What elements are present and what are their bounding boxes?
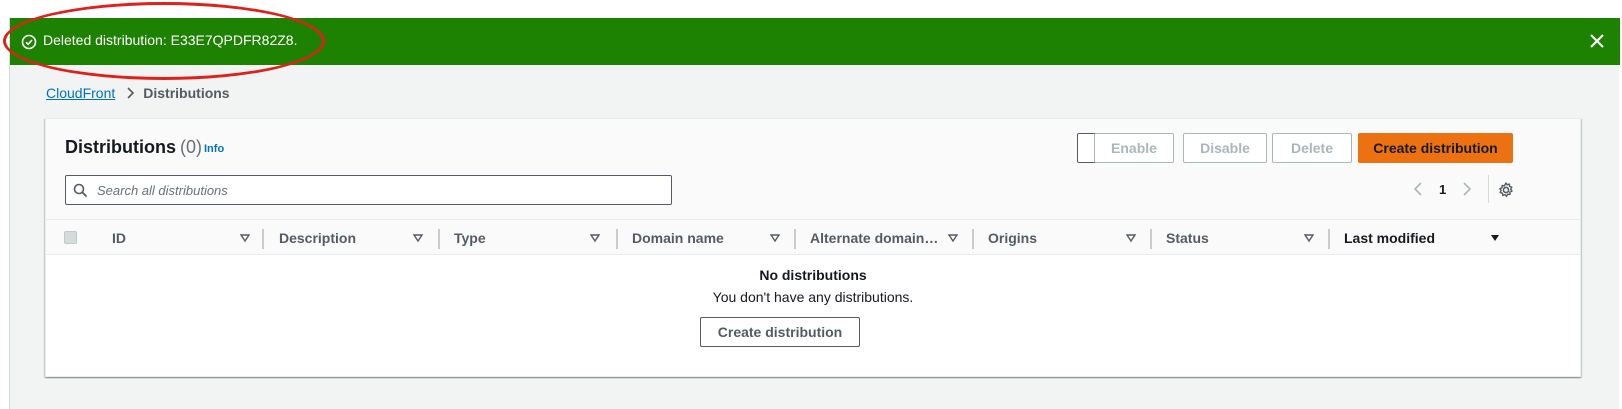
distributions-panel: Distributions (0) Info Enable Disable Del… — [45, 118, 1581, 377]
search-icon — [73, 183, 88, 198]
column-label: Origins — [988, 230, 1038, 246]
column-domain-name[interactable]: Domain name — [632, 220, 788, 256]
column-label: Last modified — [1344, 230, 1436, 246]
page-title: Distributions (0) — [65, 137, 202, 158]
pager-divider — [1488, 175, 1489, 203]
column-label: Alternate domain n... — [810, 230, 940, 246]
flash-message: Deleted distribution: E33E7QPDFR82Z8. — [43, 32, 298, 48]
column-divider — [262, 229, 264, 249]
column-status[interactable]: Status — [1166, 220, 1322, 256]
column-divider — [972, 229, 974, 249]
breadcrumb: CloudFront Distributions — [46, 85, 230, 101]
gear-icon[interactable] — [1497, 181, 1515, 199]
title-text: Distributions — [65, 137, 176, 157]
select-all-checkbox[interactable] — [64, 231, 77, 244]
title-count: (0) — [180, 137, 202, 157]
search-input[interactable] — [95, 180, 655, 200]
check-circle-icon — [21, 34, 37, 50]
empty-state-title: No distributions — [759, 267, 867, 283]
disable-button[interactable]: Disable — [1183, 133, 1267, 163]
column-divider — [616, 229, 618, 249]
sort-icon — [1126, 234, 1136, 243]
close-icon[interactable] — [1588, 32, 1606, 50]
pagination: 1 — [1411, 179, 1474, 199]
column-label: Status — [1166, 230, 1209, 246]
chevron-right-icon — [127, 87, 135, 99]
enable-button[interactable]: Enable — [1094, 133, 1174, 163]
search-box[interactable] — [65, 175, 672, 205]
create-distribution-button[interactable]: Create distribution — [1358, 133, 1513, 163]
chevron-left-icon[interactable] — [1411, 179, 1425, 199]
column-origins[interactable]: Origins — [988, 220, 1144, 256]
panel-header: Distributions (0) Info Enable Disable Del… — [46, 119, 1580, 219]
empty-state-message: You don't have any distributions. — [712, 289, 914, 305]
breadcrumb-cloudfront-link[interactable]: CloudFront — [46, 85, 115, 101]
success-flashbar: Deleted distribution: E33E7QPDFR82Z8. — [10, 18, 1620, 65]
page-number[interactable]: 1 — [1439, 182, 1446, 197]
sort-icon — [413, 234, 423, 243]
column-type[interactable]: Type — [454, 220, 608, 256]
sort-icon — [948, 234, 958, 243]
column-label: Type — [454, 230, 486, 246]
column-description[interactable]: Description — [279, 220, 431, 256]
column-label: ID — [112, 230, 126, 246]
table-header: ID Description Type Domain name Alternat… — [46, 219, 1580, 255]
empty-create-distribution-button[interactable]: Create distribution — [700, 317, 860, 347]
sort-icon — [590, 234, 600, 243]
sort-icon — [240, 234, 250, 243]
sort-icon — [770, 234, 780, 243]
column-label: Domain name — [632, 230, 724, 246]
delete-button[interactable]: Delete — [1272, 133, 1352, 163]
column-divider — [1328, 229, 1330, 249]
sort-descending-icon — [1491, 235, 1499, 241]
column-last-modified[interactable]: Last modified — [1344, 220, 1508, 256]
column-divider — [794, 229, 796, 249]
breadcrumb-current: Distributions — [143, 85, 230, 101]
column-divider — [438, 229, 440, 249]
column-divider — [1150, 229, 1152, 249]
chevron-right-icon[interactable] — [1460, 179, 1474, 199]
column-id[interactable]: ID — [112, 220, 258, 256]
column-label: Description — [279, 230, 357, 246]
sort-icon — [1304, 234, 1314, 243]
column-alternate-domain[interactable]: Alternate domain n... — [810, 220, 966, 256]
info-link[interactable]: Info — [204, 143, 224, 155]
